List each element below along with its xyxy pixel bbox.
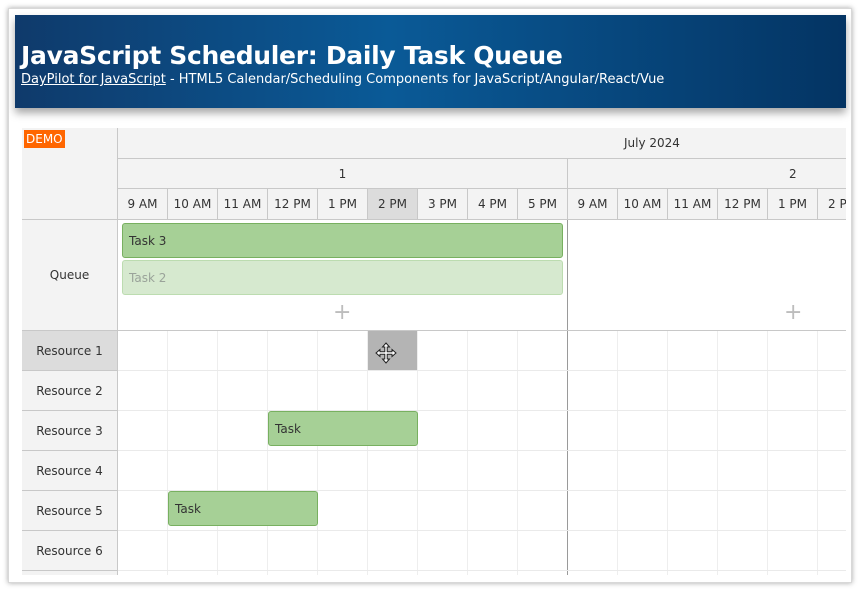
grid-line — [817, 331, 818, 575]
hour-header: 11 AM — [668, 189, 718, 220]
event-label: Task — [175, 501, 201, 516]
hour-label: 2 PM — [828, 197, 846, 211]
grid-line — [118, 530, 846, 531]
add-task-button[interactable]: + — [784, 302, 802, 324]
hour-header: 5 PM — [518, 189, 568, 220]
day-label: 1 — [338, 166, 347, 181]
hour-label: 1 PM — [327, 197, 358, 211]
row-label: Queue — [49, 268, 90, 282]
row-label: Resource 6 — [36, 543, 103, 558]
scheduler-grid[interactable]: Task 3 Task 2 + + Task Task — [118, 220, 846, 575]
page-title: JavaScript Scheduler: Daily Task Queue — [21, 41, 563, 70]
row-label: Resource 5 — [36, 503, 103, 518]
hour-label: 9 AM — [577, 197, 608, 211]
grid-line — [417, 331, 418, 575]
hour-header: 4 PM — [468, 189, 518, 220]
grid-line — [267, 331, 268, 575]
subtitle-text: - HTML5 Calendar/Scheduling Components f… — [165, 72, 665, 87]
row-header-resource-4[interactable]: Resource 4 — [22, 451, 118, 491]
scheduler: DEMO July 2024 1 2 9 AM 10 AM 11 AM 12 P… — [22, 128, 846, 575]
grid-line — [717, 331, 718, 575]
hour-header: 9 AM — [568, 189, 618, 220]
grid-line — [217, 331, 218, 575]
grid-line — [118, 570, 846, 571]
hour-header: 12 PM — [718, 189, 768, 220]
grid-line — [118, 450, 846, 451]
hour-label: 11 AM — [673, 197, 712, 211]
row-line — [118, 330, 846, 331]
hour-header: 10 AM — [618, 189, 668, 220]
app-window: JavaScript Scheduler: Daily Task Queue D… — [8, 8, 852, 583]
grid-line — [317, 331, 318, 575]
hour-header: 3 PM — [418, 189, 468, 220]
row-label: Resource 2 — [36, 383, 103, 398]
hour-label: 1 PM — [777, 197, 808, 211]
day-header-2: 2 — [568, 159, 846, 189]
hour-header: 10 AM — [168, 189, 218, 220]
demo-badge: DEMO — [24, 130, 65, 148]
grid-line — [667, 331, 668, 575]
row-header-resource-1[interactable]: Resource 1 — [22, 331, 118, 371]
page-header: JavaScript Scheduler: Daily Task Queue D… — [15, 15, 846, 108]
grid-line — [767, 331, 768, 575]
hour-header: 9 AM — [118, 189, 168, 220]
hour-header: 2 PM — [818, 189, 846, 220]
add-task-button[interactable]: + — [333, 302, 351, 324]
daypilot-link[interactable]: DayPilot for JavaScript — [21, 72, 166, 87]
hour-label: 10 AM — [623, 197, 662, 211]
hour-header: 11 AM — [218, 189, 268, 220]
hour-header: 12 PM — [268, 189, 318, 220]
row-label: Resource 4 — [36, 463, 103, 478]
event-resource-3-task[interactable]: Task — [268, 411, 418, 446]
hour-label: 9 AM — [127, 197, 158, 211]
scheduler-corner: DEMO — [22, 128, 118, 220]
queue-event-task-2[interactable]: Task 2 — [122, 260, 563, 295]
hour-header: 1 PM — [768, 189, 818, 220]
row-header-resource-3[interactable]: Resource 3 — [22, 411, 118, 451]
row-header-resource-5[interactable]: Resource 5 — [22, 491, 118, 531]
hour-label: 10 AM — [173, 197, 212, 211]
month-header: July 2024 — [118, 128, 846, 159]
day-label: 2 — [789, 166, 797, 181]
month-label: July 2024 — [624, 136, 680, 150]
row-header-resource-6[interactable]: Resource 6 — [22, 531, 118, 571]
event-label: Task 2 — [129, 270, 167, 285]
event-resource-5-task[interactable]: Task — [168, 491, 318, 526]
event-label: Task — [275, 421, 301, 436]
grid-line — [467, 331, 468, 575]
grid-line — [517, 331, 518, 575]
hour-label: 5 PM — [527, 197, 558, 211]
grid-line — [167, 331, 168, 575]
event-label: Task 3 — [129, 233, 167, 248]
grid-line — [617, 331, 618, 575]
hour-header: 1 PM — [318, 189, 368, 220]
hour-label: 12 PM — [274, 197, 311, 211]
hour-label: 11 AM — [223, 197, 262, 211]
row-header-partial — [22, 571, 118, 575]
hour-label: 4 PM — [477, 197, 508, 211]
hour-label: 2 PM — [377, 197, 408, 211]
hour-header-highlighted: 2 PM — [368, 189, 418, 220]
grid-line — [118, 370, 846, 371]
hour-label: 12 PM — [724, 197, 761, 211]
hour-label: 3 PM — [427, 197, 458, 211]
move-cursor-icon — [375, 342, 397, 364]
queue-event-task-3[interactable]: Task 3 — [122, 223, 563, 258]
day-header-1: 1 — [118, 159, 568, 189]
row-header-queue[interactable]: Queue — [22, 220, 118, 331]
row-label: Resource 3 — [36, 423, 103, 438]
day-separator — [567, 220, 568, 575]
page-subtitle: DayPilot for JavaScript - HTML5 Calendar… — [21, 72, 664, 87]
row-header-resource-2[interactable]: Resource 2 — [22, 371, 118, 411]
row-label: Resource 1 — [36, 343, 103, 358]
grid-line — [118, 410, 846, 411]
